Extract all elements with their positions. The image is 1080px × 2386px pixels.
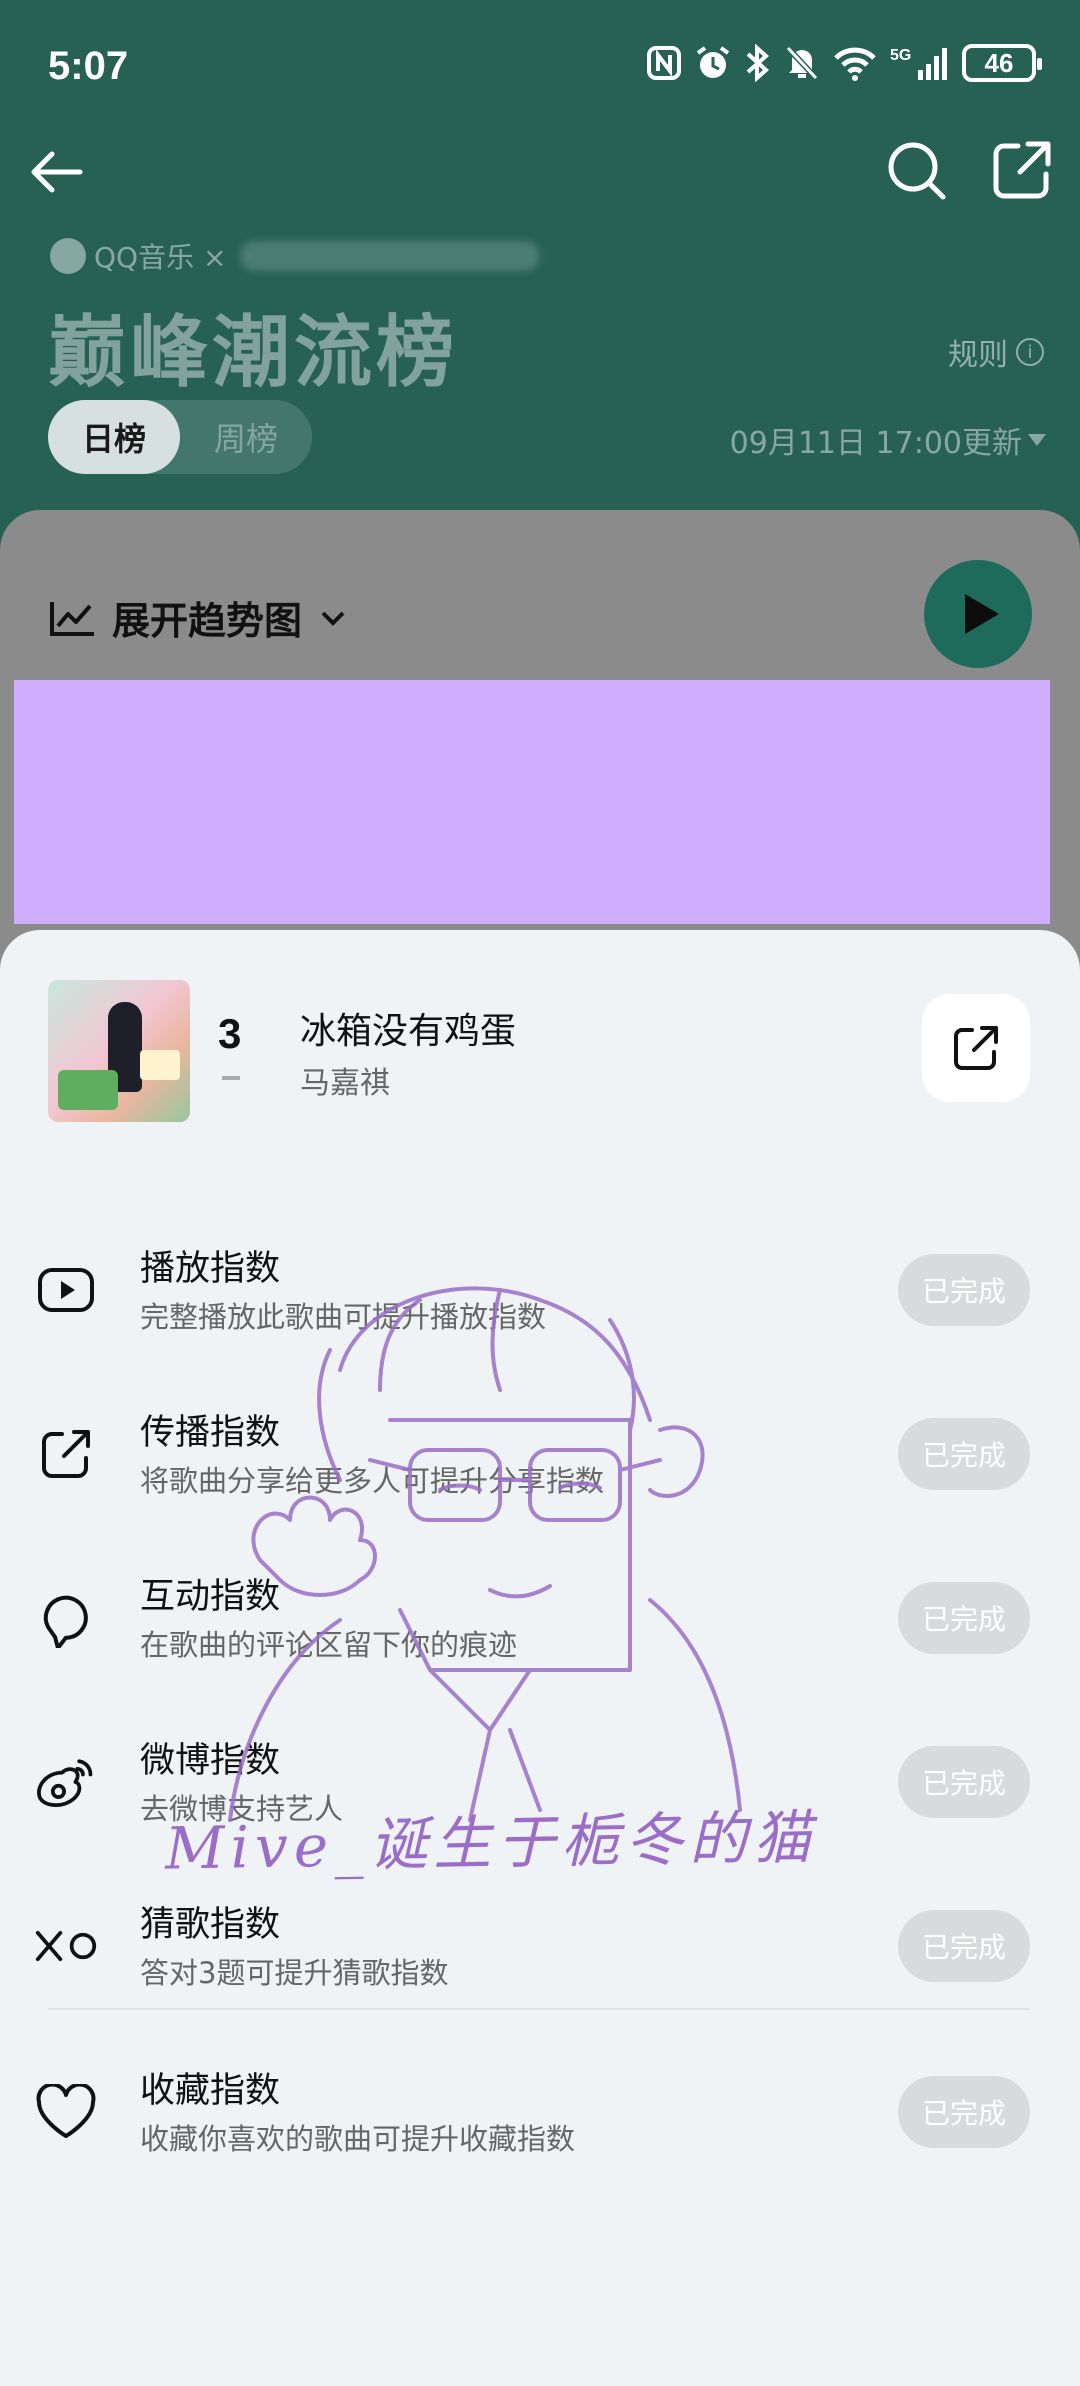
- comment-icon: [43, 1595, 88, 1648]
- redacted-region: [14, 680, 1050, 924]
- tab-daily[interactable]: 日榜: [48, 400, 180, 474]
- weibo-icon: [37, 1759, 93, 1807]
- task-desc: 收藏你喜欢的歌曲可提升收藏指数: [140, 2122, 576, 2156]
- search-icon[interactable]: [884, 138, 948, 202]
- dropdown-triangle-icon: [1028, 434, 1046, 446]
- ranking-header: 5:07 5G 46 QQ音乐 × 巅峰潮流榜 规则 i 日榜 周榜 09月11…: [0, 0, 1080, 560]
- status-icons: 5G 46: [646, 44, 1042, 82]
- alarm-icon: [696, 46, 730, 78]
- task-done-button[interactable]: 已完成: [898, 1910, 1030, 1982]
- rules-label: 规则: [948, 338, 1008, 373]
- task-row-play: 播放指数 完整播放此歌曲可提升播放指数 已完成: [0, 1230, 1080, 1350]
- share-icon[interactable]: [990, 138, 1054, 202]
- task-done-button[interactable]: 已完成: [898, 1418, 1030, 1490]
- album-cover: [48, 980, 190, 1122]
- task-done-button[interactable]: 已完成: [898, 1746, 1030, 1818]
- trend-label: 展开趋势图: [112, 599, 303, 643]
- share-icon: [954, 1026, 998, 1070]
- signal-5g-icon: 5G: [890, 47, 947, 80]
- section-divider: [48, 2008, 1030, 2010]
- task-done-button[interactable]: 已完成: [898, 1254, 1030, 1326]
- song-artist: 马嘉祺: [300, 1066, 390, 1101]
- song-index-sheet: 3 冰箱没有鸡蛋 马嘉祺 播放指数 完整播放此歌曲可提升播放指数 已完成 传播指…: [0, 930, 1080, 2386]
- update-time: 09月11日 17:00更新: [729, 426, 1022, 461]
- status-time: 5:07: [48, 44, 129, 88]
- song-row: 3 冰箱没有鸡蛋 马嘉祺: [48, 980, 1038, 1122]
- info-icon: i: [1016, 338, 1044, 366]
- chart-title: 巅峰潮流榜: [48, 308, 459, 398]
- task-row-interact: 互动指数 在歌曲的评论区留下你的痕迹 已完成: [0, 1558, 1080, 1678]
- rules-link[interactable]: 规则 i: [948, 330, 1044, 374]
- rank-change-dash: [222, 1076, 240, 1080]
- task-done-button[interactable]: 已完成: [898, 2076, 1030, 2148]
- play-all-button[interactable]: [924, 560, 1032, 668]
- bluetooth-icon: [746, 44, 770, 82]
- task-name: 收藏指数: [140, 2071, 281, 2111]
- battery-indicator: 46: [962, 44, 1042, 82]
- play-icon: [38, 1268, 94, 1312]
- song-share-button[interactable]: [922, 994, 1030, 1102]
- heart-icon: [36, 2084, 96, 2138]
- task-desc: 在歌曲的评论区留下你的痕迹: [140, 1628, 518, 1662]
- task-done-button[interactable]: 已完成: [898, 1582, 1030, 1654]
- svg-text:5G: 5G: [890, 47, 911, 64]
- share-icon: [42, 1430, 90, 1478]
- nfc-icon: [647, 46, 681, 80]
- status-bar: 5:07 5G 46: [0, 0, 1080, 130]
- mute-icon: [785, 45, 819, 81]
- song-title: 冰箱没有鸡蛋: [300, 1011, 517, 1052]
- task-row-favorite: 收藏指数 收藏你喜欢的歌曲可提升收藏指数 已完成: [0, 2052, 1080, 2172]
- brand-line: QQ音乐 ×: [50, 236, 541, 276]
- tic-tac-toe-icon: [35, 1930, 97, 1962]
- song-rank: 3: [218, 1010, 242, 1057]
- trend-chart-icon: [50, 601, 94, 636]
- task-name: 传播指数: [140, 1413, 281, 1453]
- period-tabs: 日榜 周榜: [48, 400, 312, 474]
- task-name: 互动指数: [140, 1577, 281, 1617]
- tab-weekly[interactable]: 周榜: [180, 400, 312, 474]
- task-desc: 将歌曲分享给更多人可提升分享指数: [140, 1464, 605, 1498]
- blurred-partner-logo: [240, 241, 541, 271]
- task-row-share: 传播指数 将歌曲分享给更多人可提升分享指数 已完成: [0, 1394, 1080, 1514]
- task-name: 微博指数: [140, 1741, 281, 1781]
- play-icon: [965, 594, 999, 634]
- brand-label: QQ音乐 ×: [94, 241, 227, 274]
- update-time-selector[interactable]: 09月11日 17:00更新: [730, 418, 1046, 462]
- task-name: 播放指数: [140, 1249, 281, 1289]
- task-desc: 完整播放此歌曲可提升播放指数: [140, 1300, 547, 1334]
- task-row-guess: 猜歌指数 答对3题可提升猜歌指数 已完成: [0, 1886, 1080, 2006]
- back-arrow-icon[interactable]: [24, 140, 88, 204]
- qq-music-logo-icon: [50, 238, 86, 274]
- chevron-down-icon: [321, 611, 345, 626]
- task-name: 猜歌指数: [140, 1905, 281, 1945]
- expand-trend-button[interactable]: 展开趋势图: [48, 590, 348, 645]
- wifi-icon: [834, 47, 876, 81]
- watermark-signature: Mive_诞生于栀冬的猫: [164, 1803, 818, 1883]
- task-desc: 答对3题可提升猜歌指数: [140, 1956, 449, 1990]
